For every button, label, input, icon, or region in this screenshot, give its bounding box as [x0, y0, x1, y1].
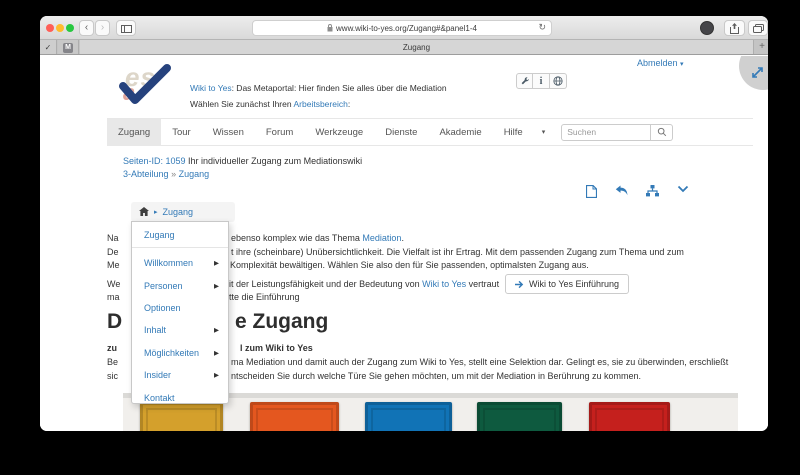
chevron-right-icon: ▶: [214, 282, 219, 290]
menu-item-label: Insider: [144, 370, 171, 380]
arrow-right-icon: [515, 280, 524, 289]
url-text: www.wiki-to-yes.org/Zugang#&panel1-4: [336, 24, 477, 33]
menu-item-label: Personen: [144, 281, 183, 291]
shutter-orange: [250, 402, 339, 431]
minimize-window-button[interactable]: [56, 24, 64, 32]
sidebar-toggle-button[interactable]: [116, 20, 136, 36]
menu-item-label: Zugang: [144, 230, 175, 240]
tab-bar: ✓ M Zugang +: [40, 40, 768, 55]
browser-toolbar: ‹ › www.wiki-to-yes.org/Zugang#&panel1-4…: [40, 16, 768, 40]
menu-item-zugang[interactable]: Zugang: [132, 225, 228, 244]
menu-item-kontakt[interactable]: Kontakt: [132, 386, 228, 408]
expand-icon: [751, 66, 764, 79]
pinned-tab-check[interactable]: ✓: [40, 40, 57, 54]
text-fragment: Me: [107, 260, 120, 270]
page-content: Abmelden ▾ es a Wiki to Yes: Das Metapor…: [40, 56, 768, 431]
menu-item-label: Willkommen: [144, 258, 193, 268]
text-fragment: ma Mediation und damit auch der Zugang z…: [231, 357, 728, 367]
intro-button[interactable]: Wiki to Yes Einführung: [505, 274, 629, 294]
text-fragment: sic: [107, 371, 118, 381]
zugang-dropdown-menu: Zugang Willkommen ▶ Personen ▶ Optionen In…: [131, 221, 229, 404]
text-fragment: vertraut: [466, 279, 499, 289]
menu-item-willkommen[interactable]: Willkommen ▶: [132, 252, 228, 274]
text-fragment: Komplexität bewältigen. Wählen Sie also …: [230, 260, 589, 270]
intro-button-label: Wiki to Yes Einführung: [529, 279, 619, 289]
chevron-right-icon: ▶: [214, 326, 219, 334]
chevron-right-icon: ▶: [214, 259, 219, 267]
chevron-right-icon: ▶: [214, 371, 219, 379]
text-fragment: it der Leistungsfähigkeit und der Bedeut…: [229, 279, 422, 289]
menu-item-label: Möglichkeiten: [144, 348, 199, 358]
share-icon: [730, 23, 739, 34]
menu-item-personen[interactable]: Personen ▶: [132, 274, 228, 296]
text-fragment: Na: [107, 233, 119, 243]
text-fragment: De: [107, 247, 119, 257]
text-fragment: t ihre (scheinbare) Unübersichtlichkeit.…: [231, 247, 684, 257]
text-fragment: ntscheiden Sie durch welche Türe Sie geh…: [231, 371, 641, 381]
text-fragment: zu: [107, 343, 117, 353]
tabs-overview-button[interactable]: [748, 20, 768, 36]
address-bar[interactable]: www.wiki-to-yes.org/Zugang#&panel1-4 ↻: [252, 20, 552, 36]
tab-title: Zugang: [403, 43, 430, 52]
lock-icon: [327, 24, 333, 32]
menu-item-optionen[interactable]: Optionen: [132, 297, 228, 319]
heading-fragment: D: [107, 310, 122, 334]
pinned-tab-m[interactable]: M: [58, 40, 79, 54]
text-fragment: We: [107, 279, 120, 289]
menu-item-label: Kontakt: [144, 393, 175, 403]
close-window-button[interactable]: [46, 24, 54, 32]
tabs-icon: [753, 24, 764, 33]
extension-button[interactable]: [700, 21, 714, 35]
text-fragment: ma: [107, 292, 120, 302]
menu-item-inhalt[interactable]: Inhalt ▶: [132, 319, 228, 341]
mediation-link[interactable]: Mediation: [362, 233, 401, 243]
menu-divider: [132, 247, 228, 248]
heading-fragment: e Zugang: [235, 310, 328, 334]
text-fragment: l zum Wiki to Yes: [240, 343, 313, 353]
menu-item-moeglichkeiten[interactable]: Möglichkeiten ▶: [132, 342, 228, 364]
shutter-blue: [365, 402, 452, 431]
share-button[interactable]: [724, 20, 745, 36]
sidebar-icon: [121, 25, 132, 33]
menu-item-label: Inhalt: [144, 325, 166, 335]
menu-item-label: Optionen: [144, 303, 181, 313]
menu-item-insider[interactable]: Insider ▶: [132, 364, 228, 386]
forward-button[interactable]: ›: [95, 20, 110, 36]
reload-button[interactable]: ↻: [538, 22, 546, 33]
shutter-red: [589, 402, 670, 431]
wiki-to-yes-link[interactable]: Wiki to Yes: [422, 279, 466, 289]
browser-window: ‹ › www.wiki-to-yes.org/Zugang#&panel1-4…: [40, 16, 768, 431]
shutter-green: [477, 402, 562, 431]
tab-zugang[interactable]: Zugang: [80, 40, 754, 54]
zoom-window-button[interactable]: [66, 24, 74, 32]
text-fragment: Be: [107, 357, 118, 367]
text-fragment: ebenso komplex wie das Thema: [231, 233, 362, 243]
favicon-m: M: [63, 43, 73, 53]
new-tab-button[interactable]: +: [759, 40, 765, 54]
text-fragment: .: [401, 233, 404, 243]
back-button[interactable]: ‹: [79, 20, 94, 36]
text-fragment: tte die Einführung: [229, 292, 300, 302]
chevron-right-icon: ▶: [214, 349, 219, 357]
